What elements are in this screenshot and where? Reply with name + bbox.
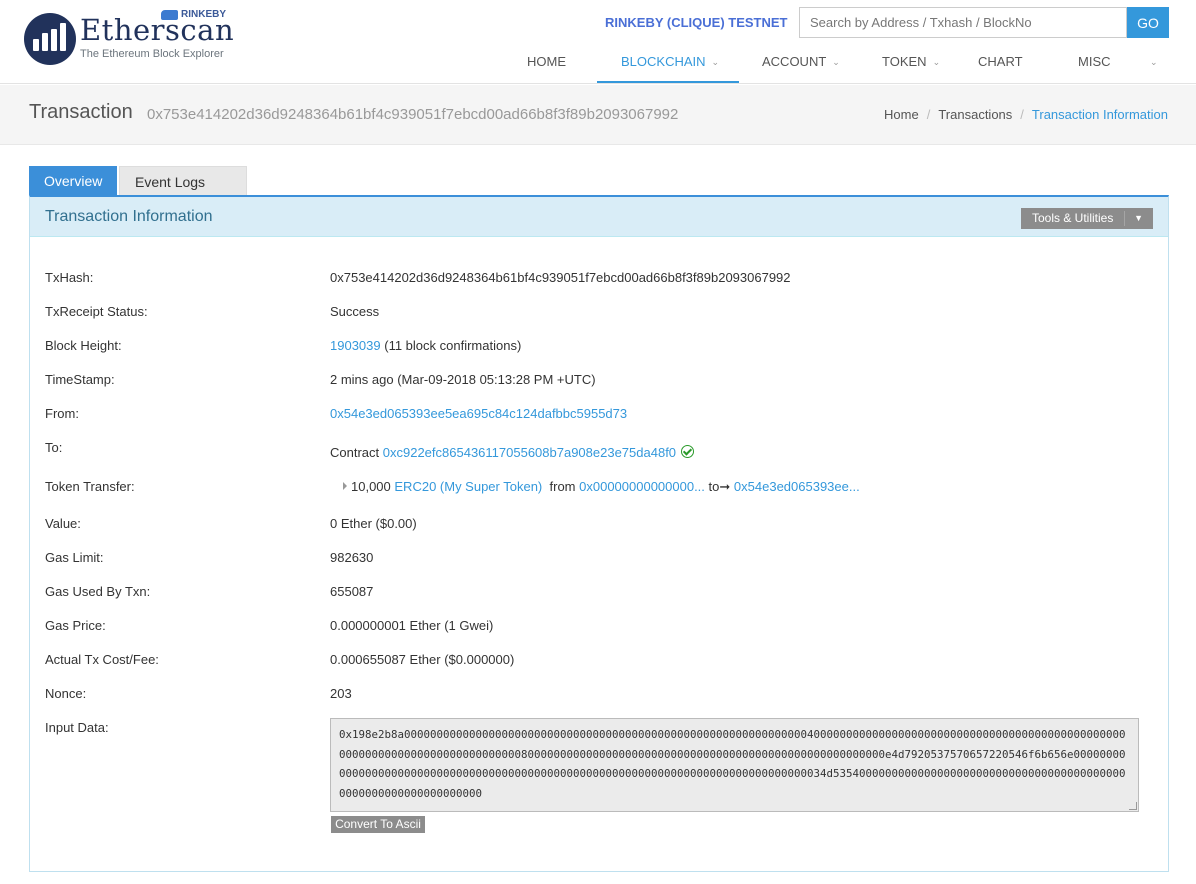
panel-title: Transaction Information	[45, 208, 213, 225]
chevron-down-icon: ⌄	[932, 57, 941, 67]
token-transfer-value: 10,000 ERC20 (My Super Token) from 0x000…	[343, 479, 860, 495]
from-address-link[interactable]: 0x54e3ed065393ee5ea695c84c124dafbbc5955d…	[330, 406, 627, 421]
field-label: Gas Limit:	[45, 550, 104, 565]
to-prefix: Contract	[330, 445, 380, 460]
breadcrumb-transactions[interactable]: Transactions	[938, 107, 1012, 122]
input-data-textarea[interactable]: 0x198e2b8a000000000000000000000000000000…	[330, 718, 1139, 812]
txhash-value: 0x753e414202d36d9248364b61bf4c939051f7eb…	[330, 270, 791, 285]
arrow-right-icon: ➞	[719, 479, 731, 494]
tools-utilities-button[interactable]: Tools & Utilities ▼	[1021, 208, 1153, 229]
network-label: RINKEBY (CLIQUE) TESTNET	[605, 15, 788, 30]
field-label: Actual Tx Cost/Fee:	[45, 652, 159, 667]
field-label: Gas Price:	[45, 618, 106, 633]
field-label: TxReceipt Status:	[45, 304, 148, 319]
convert-to-ascii-button[interactable]: Convert To Ascii	[331, 816, 425, 833]
token-from-address-link[interactable]: 0x00000000000000...	[579, 479, 705, 494]
nav-token[interactable]: TOKEN ⌄	[882, 46, 940, 83]
block-confirmations: (11 block confirmations)	[384, 338, 522, 353]
field-label: Input Data:	[45, 720, 109, 735]
nav-home-label: HOME	[527, 54, 566, 69]
field-label: To:	[45, 440, 63, 455]
token-amount: 10,000	[351, 479, 391, 494]
page-title-bar: Transaction 0x753e414202d36d9248364b61bf…	[0, 85, 1196, 145]
page-title: Transaction	[29, 101, 133, 123]
search-input[interactable]	[799, 7, 1127, 38]
field-label: TimeStamp:	[45, 372, 115, 387]
tab-event-logs[interactable]: Event Logs	[119, 166, 247, 196]
to-value: Contract 0xc922efc865436117055608b7a908e…	[330, 444, 695, 460]
network-badge-label: RINKEBY	[181, 9, 227, 20]
field-label: TxHash:	[45, 270, 94, 285]
caret-down-icon: ▼	[1134, 213, 1143, 223]
resize-handle-icon[interactable]	[1129, 802, 1137, 810]
panel-heading: Transaction Information Tools & Utilitie…	[30, 197, 1168, 237]
field-label: Nonce:	[45, 686, 87, 701]
block-number-link[interactable]: 1903039	[330, 338, 381, 353]
breadcrumb-current: Transaction Information	[1031, 107, 1168, 122]
nav-misc[interactable]: MISC	[1078, 46, 1111, 83]
chevron-down-icon: ⌄	[1150, 57, 1158, 67]
nav-more[interactable]: ⌄	[1144, 46, 1158, 83]
nav-account-label: ACCOUNT	[762, 54, 827, 69]
tools-utilities-label: Tools & Utilities	[1032, 211, 1114, 225]
to-contract-link[interactable]: 0xc922efc865436117055608b7a908e23e75da48…	[383, 445, 676, 460]
nav-home[interactable]: HOME	[527, 46, 566, 83]
nav-account[interactable]: ACCOUNT ⌄	[762, 46, 840, 83]
value-value: 0 Ether ($0.00)	[330, 516, 417, 531]
chevron-down-icon: ⌄	[711, 57, 720, 67]
page-title-hash: 0x753e414202d36d9248364b61bf4c939051f7eb…	[147, 106, 679, 123]
breadcrumb-separator: /	[926, 107, 931, 122]
expand-triangle-icon[interactable]	[343, 482, 347, 490]
nav-misc-label: MISC	[1078, 54, 1111, 69]
breadcrumb: Home / Transactions / Transaction Informatio…	[884, 107, 1168, 122]
transaction-panel: Transaction Information Tools & Utilitie…	[29, 195, 1169, 872]
gas-price-value: 0.000000001 Ether (1 Gwei)	[330, 618, 494, 633]
chevron-down-icon: ⌄	[832, 57, 840, 67]
fee-value: 0.000655087 Ether ($0.000000)	[330, 652, 515, 667]
timestamp-value: 2 mins ago (Mar-09-2018 05:13:28 PM +UTC…	[330, 372, 596, 387]
field-label: From:	[45, 406, 79, 421]
gas-used-value: 655087	[330, 584, 374, 599]
breadcrumb-home[interactable]: Home	[884, 107, 919, 122]
train-icon	[161, 9, 178, 20]
from-value: 0x54e3ed065393ee5ea695c84c124dafbbc5955d…	[330, 406, 627, 421]
tab-overview[interactable]: Overview	[29, 166, 117, 196]
nav-blockchain[interactable]: BLOCKCHAIN ⌄	[597, 46, 739, 83]
nav-chart-label: CHART	[978, 54, 1023, 69]
field-label: Value:	[45, 516, 81, 531]
button-divider	[1124, 211, 1125, 226]
token-from-word: from	[549, 479, 576, 494]
nav-token-label: TOKEN	[882, 54, 927, 69]
nonce-value: 203	[330, 686, 352, 701]
block-height-value: 1903039 (11 block confirmations)	[330, 338, 521, 353]
verified-check-icon	[681, 445, 695, 458]
nav-chart[interactable]: CHART	[978, 46, 1023, 83]
site-header: Etherscan The Ethereum Block Explorer RI…	[0, 0, 1196, 84]
token-link[interactable]: ERC20 (My Super Token)	[394, 479, 542, 494]
status-value: Success	[330, 304, 380, 319]
breadcrumb-separator: /	[1020, 107, 1024, 122]
gas-limit-value: 982630	[330, 550, 374, 565]
field-label: Block Height:	[45, 338, 122, 353]
field-label: Token Transfer:	[45, 479, 135, 494]
token-to-address-link[interactable]: 0x54e3ed065393ee...	[734, 479, 860, 494]
search-go-button[interactable]: GO	[1127, 7, 1169, 38]
network-badge: RINKEBY	[161, 9, 226, 20]
field-label: Gas Used By Txn:	[45, 584, 151, 599]
input-data-text: 0x198e2b8a000000000000000000000000000000…	[339, 728, 1126, 800]
nav-blockchain-label: BLOCKCHAIN	[621, 54, 706, 69]
token-to-word: to	[708, 479, 720, 494]
main-nav: HOME BLOCKCHAIN ⌄ ACCOUNT ⌄ TOKEN ⌄ CHART M…	[0, 46, 1196, 84]
